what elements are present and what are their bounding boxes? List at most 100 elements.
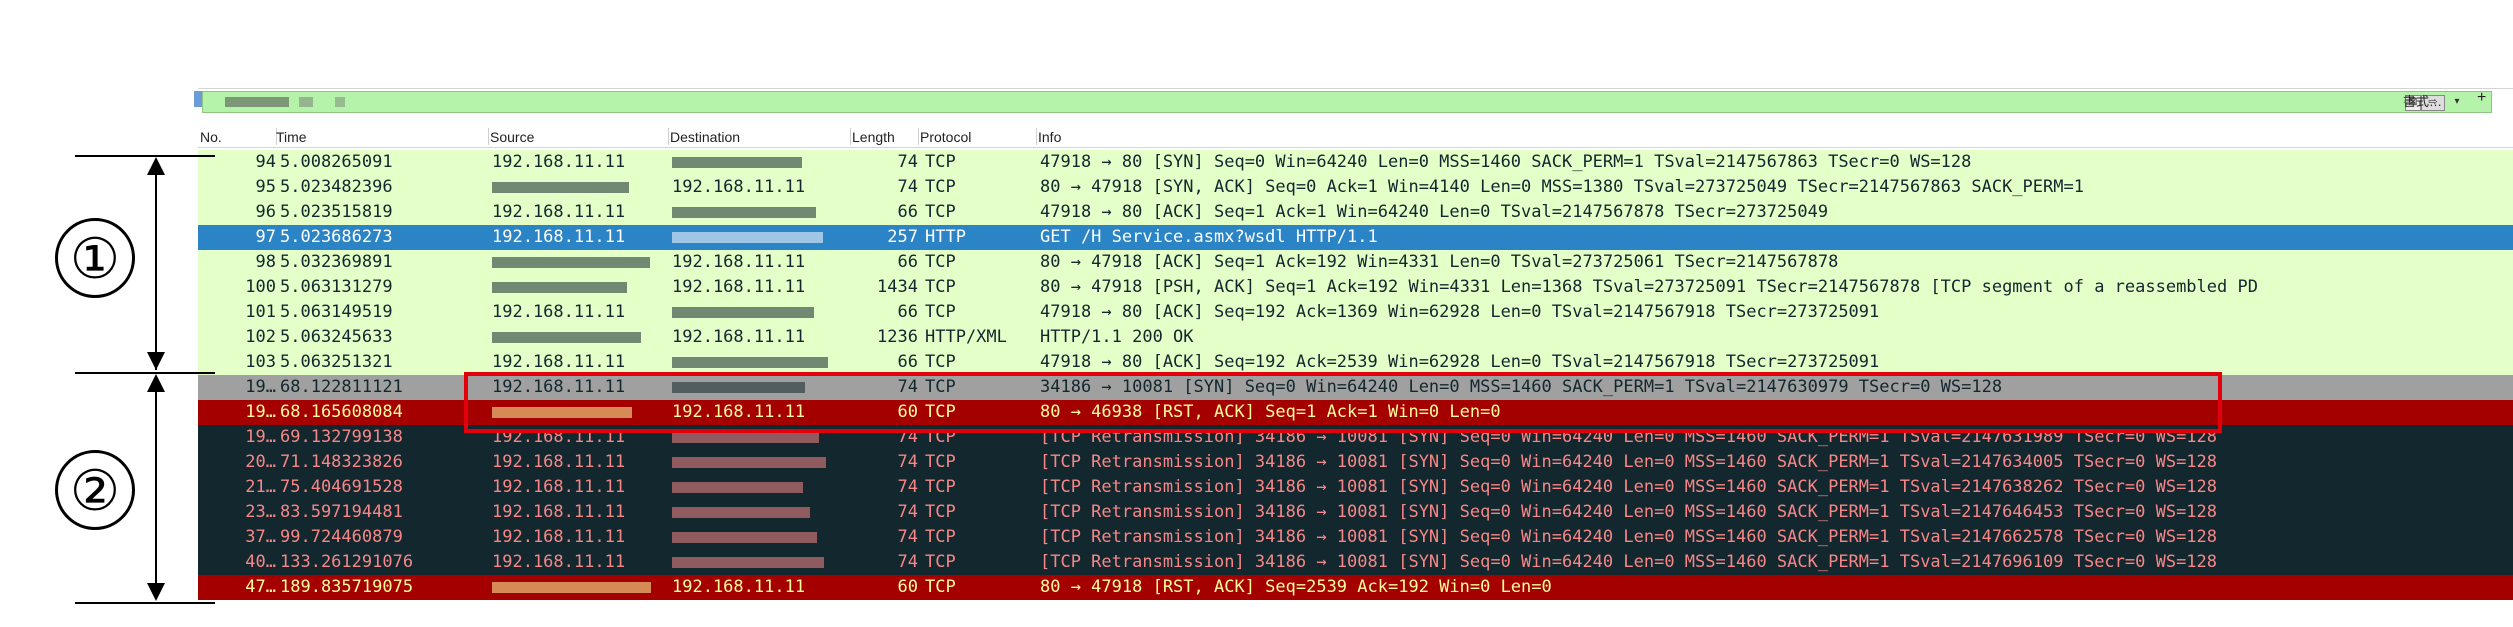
packet-source: 192.168.11.11 [492,227,626,247]
packet-no: 19… [245,377,276,397]
packet-source: 192.168.11.11 [492,352,626,372]
packet-no: 96 [255,202,276,222]
column-header-no[interactable]: No. [200,129,222,145]
packet-row[interactable]: 40… 133.261291076 192.168.11.11 74 TCP [TCP R… [198,550,2513,575]
packet-row[interactable]: 96 5.023515819 192.168.11.11 66 TCP 47918 → 8… [198,200,2513,225]
bracket-line-2 [155,388,157,588]
packet-destination: 192.168.11.11 [672,327,806,347]
packet-list: 94 5.008265091 192.168.11.11 74 TCP 47918 → 8… [198,150,2513,600]
annotation-label-2: ② [55,450,135,530]
packet-time: 68.122811121 [280,377,403,397]
packet-protocol: TCP [925,177,956,197]
packet-row[interactable]: 98 5.032369891 192.168.11.11 66 TCP 80 → 4791… [198,250,2513,275]
packet-destination-redacted [672,525,817,550]
packet-protocol: TCP [925,352,956,372]
packet-info: [TCP Retransmission] 34186 → 10081 [SYN]… [1040,427,2218,447]
packet-length: 74 [897,152,918,172]
packet-row[interactable]: 103 5.063251321 192.168.11.11 66 TCP 47918 → … [198,350,2513,375]
packet-protocol: TCP [925,252,956,272]
packet-destination: 192.168.11.11 [672,402,806,422]
packet-info: [TCP Retransmission] 34186 → 10081 [SYN]… [1040,477,2218,497]
packet-no: 101 [245,302,276,322]
packet-source: 192.168.11.11 [492,152,626,172]
packet-destination-redacted [672,550,824,575]
packet-info: HTTP/1.1 200 OK [1040,327,1194,347]
packet-source: 192.168.11.11 [492,552,626,572]
packet-row[interactable]: 19… 68.122811121 192.168.11.11 74 TCP 34186 →… [198,375,2513,400]
packet-destination-redacted [672,500,810,525]
packet-row[interactable]: 97 5.023686273 192.168.11.11 257 HTTP GET /H … [198,225,2513,250]
add-filter-button[interactable]: + [2477,89,2486,107]
packet-source: 192.168.11.11 [492,427,626,447]
packet-row[interactable]: 101 5.063149519 192.168.11.11 66 TCP 47918 → … [198,300,2513,325]
column-header-time[interactable]: Time [276,129,307,145]
column-header-length[interactable]: Length [852,129,895,145]
packet-time: 5.063251321 [280,352,393,372]
packet-length: 60 [897,402,918,422]
packet-no: 19… [245,402,276,422]
packet-time: 69.132799138 [280,427,403,447]
packet-destination-redacted [672,475,803,500]
display-filter-input[interactable]: ⊠ ⇨ ▾ [202,91,2492,113]
packet-info: 80 → 47918 [SYN, ACK] Seq=0 Ack=1 Win=41… [1040,177,2084,197]
packet-row[interactable]: 19… 68.165608084 192.168.11.11 60 TCP 80 → 46… [198,400,2513,425]
packet-destination-redacted [672,225,823,250]
column-header-protocol[interactable]: Protocol [920,129,971,145]
packet-destination-redacted [672,425,819,450]
packet-info: 80 → 47918 [RST, ACK] Seq=2539 Ack=192 W… [1040,577,1552,597]
packet-time: 83.597194481 [280,502,403,522]
packet-no: 21… [245,477,276,497]
packet-length: 1434 [877,277,918,297]
packet-no: 100 [245,277,276,297]
packet-row[interactable]: 20… 71.148323826 192.168.11.11 74 TCP [TCP Re… [198,450,2513,475]
packet-no: 98 [255,252,276,272]
packet-source-redacted [492,175,629,200]
packet-time: 5.023482396 [280,177,393,197]
packet-row[interactable]: 23… 83.597194481 192.168.11.11 74 TCP [TCP Re… [198,500,2513,525]
packet-protocol: TCP [925,552,956,572]
column-header-destination[interactable]: Destination [670,129,740,145]
packet-length: 66 [897,252,918,272]
packet-info: [TCP Retransmission] 34186 → 10081 [SYN]… [1040,527,2218,547]
packet-source-redacted [492,325,641,350]
packet-time: 5.032369891 [280,252,393,272]
packet-source: 192.168.11.11 [492,302,626,322]
column-header-info[interactable]: Info [1038,129,1061,145]
packet-info: 47918 → 80 [ACK] Seq=192 Ack=2539 Win=62… [1040,352,1880,372]
packet-protocol: TCP [925,152,956,172]
packet-info: 80 → 46938 [RST, ACK] Seq=1 Ack=1 Win=0 … [1040,402,1501,422]
packet-row[interactable]: 100 5.063131279 192.168.11.11 1434 TCP 80 → 4… [198,275,2513,300]
packet-time: 5.023515819 [280,202,393,222]
packet-info: [TCP Retransmission] 34186 → 10081 [SYN]… [1040,452,2218,472]
filter-expression-button[interactable]: 書式… [2403,91,2442,110]
packet-source-redacted [492,400,632,425]
packet-source-redacted [492,275,627,300]
packet-length: 74 [897,477,918,497]
packet-length: 66 [897,352,918,372]
packet-row[interactable]: 37… 99.724460879 192.168.11.11 74 TCP [TCP Re… [198,525,2513,550]
packet-protocol: TCP [925,452,956,472]
packet-row[interactable]: 47… 189.835719075 192.168.11.11 60 TCP 80 → 4… [198,575,2513,600]
packet-row[interactable]: 102 5.063245633 192.168.11.11 1236 HTTP/XML H… [198,325,2513,350]
packet-time: 75.404691528 [280,477,403,497]
packet-time: 133.261291076 [280,552,414,572]
packet-no: 20… [245,452,276,472]
column-header-source[interactable]: Source [490,129,534,145]
packet-no: 95 [255,177,276,197]
packet-info: 34186 → 10081 [SYN] Seq=0 Win=64240 Len=… [1040,377,2003,397]
packet-source-redacted [492,575,651,600]
packet-protocol: TCP [925,427,956,447]
packet-row[interactable]: 19… 69.132799138 192.168.11.11 74 TCP [TCP Re… [198,425,2513,450]
packet-length: 74 [897,427,918,447]
packet-row[interactable]: 21… 75.404691528 192.168.11.11 74 TCP [TCP Re… [198,475,2513,500]
packet-no: 19… [245,427,276,447]
filter-history-dropdown-icon[interactable]: ▾ [2451,95,2463,109]
packet-time: 71.148323826 [280,452,403,472]
packet-destination: 192.168.11.11 [672,577,806,597]
packet-row[interactable]: 95 5.023482396 192.168.11.11 74 TCP 80 → 4791… [198,175,2513,200]
packet-row[interactable]: 94 5.008265091 192.168.11.11 74 TCP 47918 → 8… [198,150,2513,175]
packet-source: 192.168.11.11 [492,502,626,522]
packet-protocol: TCP [925,202,956,222]
packet-no: 40… [245,552,276,572]
packet-info: GET /H Service.asmx?wsdl HTTP/1.1 [1040,227,1378,247]
